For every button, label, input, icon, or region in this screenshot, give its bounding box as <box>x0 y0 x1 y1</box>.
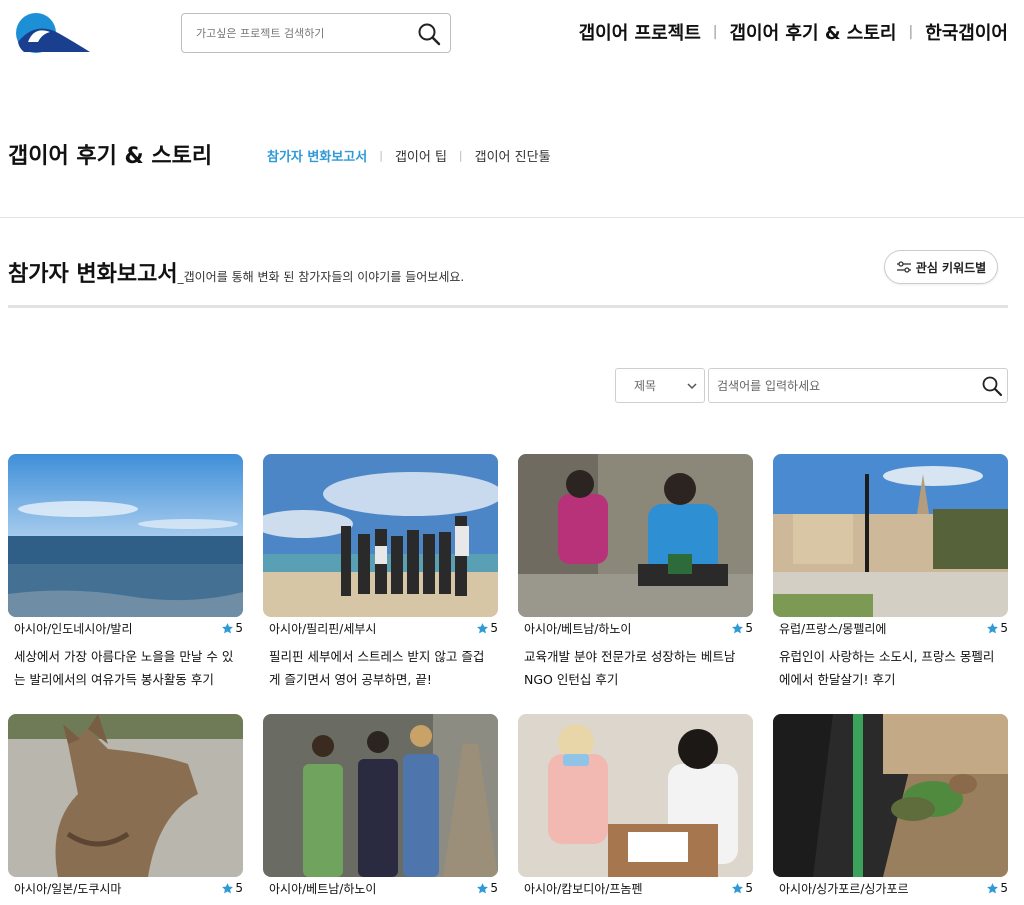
card-photo[interactable] <box>518 454 753 617</box>
card-location: 아시아/필리핀/세부시 <box>269 621 377 636</box>
section-divider <box>0 217 1024 218</box>
logo[interactable] <box>14 12 92 54</box>
subnav-gapyear-tips[interactable]: 갭이어 팁 <box>395 146 447 165</box>
card-location: 아시아/싱가포르/싱가포르 <box>779 881 909 896</box>
star-icon <box>477 882 489 893</box>
card-photo[interactable] <box>8 454 243 617</box>
subnav-separator: | <box>458 149 463 162</box>
project-search-input[interactable] <box>196 22 416 44</box>
keyword-filter-label: 관심 키워드별 <box>915 260 987 275</box>
card-meta: 아시아/필리핀/세부시 5 <box>263 617 498 639</box>
card-location: 아시아/베트남/하노이 <box>269 881 377 896</box>
card-title[interactable]: 필리핀 세부에서 스트레스 받지 않고 즐겁게 즐기면서 영어 공부하면, 끝! <box>263 639 498 687</box>
story-card[interactable]: 유럽/프랑스/몽펠리에 5 유럽인이 사랑하는 소도시, 프랑스 몽펠리에에서 … <box>773 454 1008 687</box>
story-card[interactable]: 아시아/일본/도쿠시마 5 <box>8 714 243 899</box>
chevron-down-icon <box>687 383 697 390</box>
story-card[interactable]: 아시아/베트남/하노이 5 교육개발 분야 전문가로 성장하는 베트남 NGO … <box>518 454 753 687</box>
card-rating: 5 <box>986 621 1008 635</box>
story-card[interactable]: 아시아/싱가포르/싱가포르 5 <box>773 714 1008 899</box>
card-title[interactable]: 교육개발 분야 전문가로 성장하는 베트남 NGO 인턴십 후기 <box>518 639 753 687</box>
nav-separator: | <box>712 24 718 40</box>
card-location: 아시아/베트남/하노이 <box>524 621 632 636</box>
keyword-filter-button[interactable]: 관심 키워드별 <box>884 250 998 284</box>
search-icon[interactable] <box>416 21 442 47</box>
card-rating: 5 <box>731 881 753 895</box>
card-meta: 아시아/인도네시아/발리 5 <box>8 617 243 639</box>
star-icon <box>732 622 744 633</box>
card-rating: 5 <box>476 621 498 635</box>
card-meta: 유럽/프랑스/몽펠리에 5 <box>773 617 1008 639</box>
page-title: 참가자 변화보고서 <box>8 262 178 287</box>
card-title[interactable]: 유럽인이 사랑하는 소도시, 프랑스 몽펠리에에서 한달살기! 후기 <box>773 639 1008 687</box>
star-icon <box>987 882 999 893</box>
story-card[interactable]: 아시아/캄보디아/프놈펜 5 <box>518 714 753 899</box>
subnav-gapyear-diagnosis[interactable]: 갭이어 진단툴 <box>475 146 551 165</box>
nav-korea-gapyear[interactable]: 한국갭이어 <box>925 19 1008 45</box>
star-icon <box>222 882 234 893</box>
story-card[interactable]: 아시아/필리핀/세부시 5 필리핀 세부에서 스트레스 받지 않고 즐겁게 즐기… <box>263 454 498 687</box>
card-meta: 아시아/일본/도쿠시마 5 <box>8 877 243 899</box>
star-icon <box>987 622 999 633</box>
card-photo[interactable] <box>773 714 1008 877</box>
keyword-search-input[interactable] <box>717 377 977 395</box>
whale-logo-icon <box>16 13 90 53</box>
nav-separator: | <box>908 24 914 40</box>
subnav-change-report[interactable]: 참가자 변화보고서 <box>267 146 367 165</box>
search-icon[interactable] <box>981 375 1003 401</box>
sub-nav: 참가자 변화보고서 | 갭이어 팁 | 갭이어 진단툴 <box>267 146 551 165</box>
card-location: 아시아/일본/도쿠시마 <box>14 881 122 896</box>
card-meta: 아시아/베트남/하노이 5 <box>263 877 498 899</box>
star-icon <box>732 882 744 893</box>
card-title[interactable]: 세상에서 가장 아름다운 노을을 만날 수 있는 발리에서의 여유가득 봉사활동… <box>8 639 243 687</box>
card-photo[interactable] <box>8 714 243 877</box>
card-meta: 아시아/캄보디아/프놈펜 5 <box>518 877 753 899</box>
card-photo[interactable] <box>518 714 753 877</box>
card-photo[interactable] <box>263 714 498 877</box>
card-meta: 아시아/베트남/하노이 5 <box>518 617 753 639</box>
card-rating: 5 <box>986 881 1008 895</box>
card-location: 유럽/프랑스/몽펠리에 <box>779 621 887 636</box>
card-rating: 5 <box>476 881 498 895</box>
search-field-value: 제목 <box>634 379 657 393</box>
project-search-box[interactable] <box>181 13 451 53</box>
star-icon <box>477 622 489 633</box>
page-heading: 참가자 변화보고서_갭이어를 통해 변화 된 참가자들의 이야기를 들어보세요. <box>8 256 464 288</box>
story-card[interactable]: 아시아/인도네시아/발리 5 세상에서 가장 아름다운 노을을 만날 수 있는 … <box>8 454 243 687</box>
card-location: 아시아/캄보디아/프놈펜 <box>524 881 643 896</box>
subnav-separator: | <box>379 149 383 162</box>
nav-gapyear-stories[interactable]: 갭이어 후기 & 스토리 <box>729 19 896 45</box>
keyword-search-box[interactable] <box>708 368 1008 403</box>
story-card[interactable]: 아시아/베트남/하노이 5 <box>263 714 498 899</box>
card-photo[interactable] <box>263 454 498 617</box>
search-field-select[interactable]: 제목 <box>615 368 705 403</box>
sliders-icon <box>896 261 911 273</box>
card-meta: 아시아/싱가포르/싱가포르 5 <box>773 877 1008 899</box>
heading-divider <box>8 305 1008 308</box>
nav-gapyear-project[interactable]: 갭이어 프로젝트 <box>579 19 701 45</box>
main-nav: 갭이어 프로젝트 | 갭이어 후기 & 스토리 | 한국갭이어 <box>579 18 1008 46</box>
card-location: 아시아/인도네시아/발리 <box>14 621 133 636</box>
card-photo[interactable] <box>773 454 1008 617</box>
page-description: _갭이어를 통해 변화 된 참가자들의 이야기를 들어보세요. <box>177 270 465 284</box>
card-rating: 5 <box>731 621 753 635</box>
section-title: 갭이어 후기 & 스토리 <box>8 144 213 169</box>
card-rating: 5 <box>221 881 243 895</box>
star-icon <box>222 622 234 633</box>
card-rating: 5 <box>221 621 243 635</box>
